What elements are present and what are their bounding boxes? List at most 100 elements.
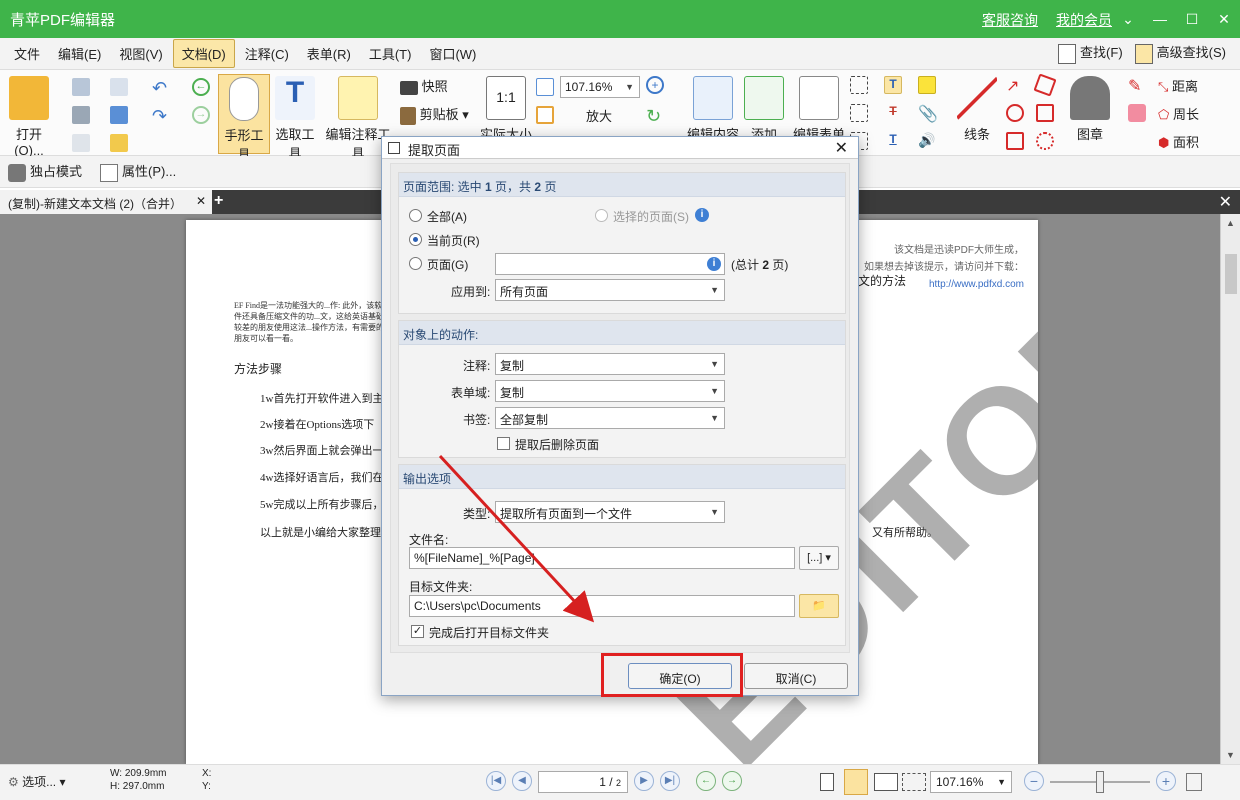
cloud-shape-icon[interactable] [1036, 132, 1054, 150]
snapshot-button[interactable]: 快照 [400, 76, 448, 95]
arrow-icon[interactable]: ↗ [1006, 76, 1024, 95]
new-doc-icon[interactable] [110, 134, 128, 152]
scrollbar-thumb[interactable] [1225, 254, 1237, 294]
zoom-select[interactable]: 107.16% ▼ [560, 76, 640, 98]
continuous-facing-icon[interactable] [902, 773, 926, 791]
save-icon[interactable] [72, 78, 90, 96]
text-field-icon[interactable] [850, 76, 868, 94]
filename-input[interactable]: %[FileName]_%[Page] [409, 547, 795, 569]
pages-input[interactable] [495, 253, 725, 275]
fit-width-icon[interactable] [536, 106, 554, 124]
strikeout-icon[interactable]: T [884, 104, 902, 122]
first-page-button[interactable]: |◀ [486, 771, 506, 791]
underline-icon[interactable]: T [884, 132, 902, 150]
menu-file[interactable]: 文件 [6, 40, 48, 67]
hand-tool-button[interactable]: 手形工具 [218, 74, 270, 162]
stamp-button[interactable]: 图章 [1066, 74, 1114, 154]
open-button[interactable]: 打开(O)... [4, 74, 54, 158]
page-number-input[interactable]: 1 / 2 [538, 771, 628, 793]
delete-after-checkbox[interactable] [497, 437, 510, 450]
fit-icon[interactable] [1186, 773, 1202, 791]
options-button[interactable]: ⚙ 选项... ▾ [8, 773, 65, 790]
back-view-button[interactable]: ← [696, 771, 716, 791]
close-icon[interactable]: ✕ [196, 194, 206, 208]
next-page-button[interactable]: ▶ [634, 771, 654, 791]
fit-page-icon[interactable] [536, 78, 554, 96]
area-button[interactable]: ⬢ 面积 [1158, 132, 1199, 151]
maximize-button[interactable]: ☐ [1176, 0, 1208, 38]
zoom-in-button[interactable]: 放大 [564, 106, 612, 125]
prev-page-button[interactable]: ◀ [512, 771, 532, 791]
forward-view-button[interactable]: → [722, 771, 742, 791]
radio-pages[interactable] [409, 257, 422, 270]
sound-icon[interactable]: 🔊 [918, 132, 936, 150]
radio-current-page[interactable] [409, 233, 422, 246]
add-tab-icon[interactable]: + [214, 192, 223, 210]
sticky-note-icon[interactable] [918, 76, 936, 94]
apply-to-select[interactable]: 所有页面 ▼ [495, 279, 725, 301]
export-icon[interactable] [72, 134, 90, 152]
bookmark-select[interactable]: 全部复制 ▼ [495, 407, 725, 429]
rotate-icon[interactable]: ↻ [646, 106, 664, 126]
browse-folder-button[interactable]: 📁 [799, 594, 839, 618]
menu-tools[interactable]: 工具(T) [361, 40, 420, 67]
cancel-button[interactable]: 取消(C) [744, 663, 848, 689]
menu-document[interactable]: 文档(D) [172, 39, 235, 68]
exclusive-mode-button[interactable]: 独占模式 [8, 161, 82, 182]
pencil-icon[interactable]: ✎ [1128, 76, 1146, 95]
minimize-button[interactable]: — [1144, 0, 1176, 38]
typewriter-icon[interactable]: T [884, 76, 902, 94]
zoom-in-icon[interactable]: + [646, 76, 664, 94]
advanced-find-button[interactable]: 高级查找(S) [1134, 42, 1226, 64]
polyline-icon[interactable] [1033, 73, 1057, 97]
my-membership-link[interactable]: 我的会员 [1056, 10, 1112, 30]
zoom-out-icon[interactable]: − [1024, 771, 1044, 791]
zoom-in-status-icon[interactable]: + [1156, 771, 1176, 791]
close-icon[interactable]: ✕ [835, 138, 848, 158]
find-button[interactable]: 查找(F) [1058, 42, 1123, 64]
form-field-select[interactable]: 复制 ▼ [495, 380, 725, 402]
zoom-slider-thumb[interactable] [1096, 771, 1104, 793]
perimeter-button[interactable]: ⬠ 周长 [1158, 104, 1199, 123]
form-field-icon[interactable] [850, 104, 868, 122]
annotation-select[interactable]: 复制 ▼ [495, 353, 725, 375]
clipboard-button[interactable]: 剪贴板 ▾ [400, 104, 469, 125]
type-select[interactable]: 提取所有页面到一个文件 ▼ [495, 501, 725, 523]
facing-pages-icon[interactable] [874, 773, 898, 791]
scroll-down-icon[interactable]: ▼ [1226, 750, 1235, 760]
rectangle-icon[interactable] [1006, 132, 1024, 150]
radio-all[interactable] [409, 209, 422, 222]
filename-macro-button[interactable]: [...] ▾ [799, 546, 839, 570]
single-page-icon[interactable] [820, 773, 834, 791]
polygon-icon[interactable] [1036, 104, 1054, 122]
close-all-icon[interactable]: ✕ [1219, 192, 1232, 212]
open-folder-checkbox[interactable]: ✓ [411, 625, 424, 638]
radio-selected-pages[interactable] [595, 209, 608, 222]
redo-icon[interactable]: ↷ [152, 106, 170, 126]
menu-comment[interactable]: 注释(C) [237, 40, 297, 67]
customer-service-link[interactable]: 客服咨询 [982, 10, 1038, 30]
menu-window[interactable]: 窗口(W) [421, 40, 484, 67]
back-icon[interactable]: ← [192, 78, 210, 96]
line-button[interactable]: 线条 [952, 74, 1002, 154]
undo-icon[interactable]: ↶ [152, 78, 170, 98]
chevron-down-icon[interactable]: ⌄ [1112, 0, 1144, 38]
folder-input[interactable]: C:\Users\pc\Documents [409, 595, 795, 617]
ellipse-icon[interactable] [1006, 104, 1024, 122]
menu-edit[interactable]: 编辑(E) [50, 40, 109, 67]
attachment-icon[interactable]: 📎 [918, 104, 938, 123]
properties-button[interactable]: 属性(P)... [100, 161, 176, 182]
zoom-level-select[interactable]: 107.16% ▼ [930, 771, 1012, 793]
eraser-icon[interactable] [1128, 104, 1146, 122]
vertical-scrollbar[interactable]: ▲ ▼ [1220, 214, 1240, 764]
tab-document[interactable]: (复制)-新建文本文档 (2)（合并） ✕ [0, 190, 212, 214]
distance-button[interactable]: ⤡ 距离 [1158, 76, 1198, 95]
last-page-button[interactable]: ▶| [660, 771, 680, 791]
email-icon[interactable] [110, 78, 128, 96]
menu-view[interactable]: 视图(V) [111, 40, 170, 67]
scroll-up-icon[interactable]: ▲ [1226, 218, 1235, 228]
cloud-icon[interactable] [110, 106, 128, 124]
print-icon[interactable] [72, 106, 90, 124]
close-button[interactable]: ✕ [1208, 0, 1240, 38]
continuous-page-icon[interactable] [844, 769, 868, 795]
